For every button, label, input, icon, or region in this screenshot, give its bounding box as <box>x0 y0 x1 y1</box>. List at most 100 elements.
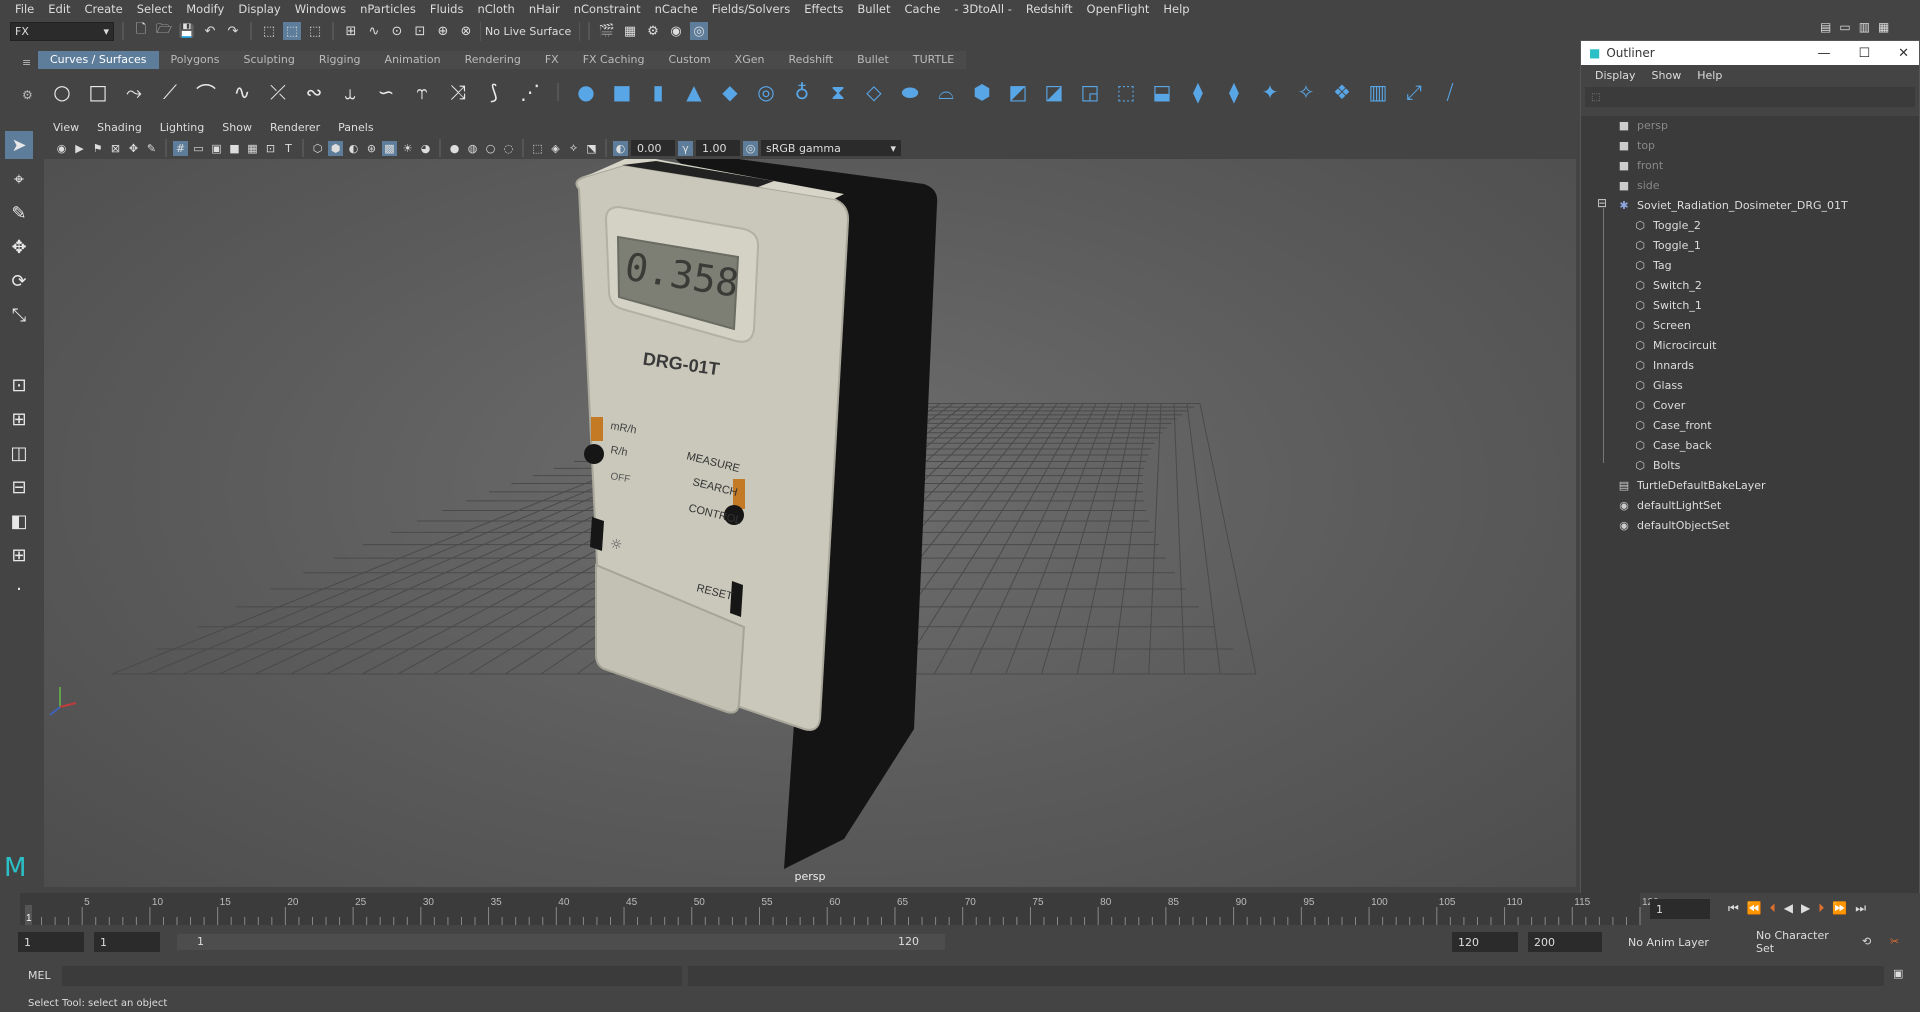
panel-menu-panels[interactable]: Panels <box>329 119 382 137</box>
shelf-tab-rigging[interactable]: Rigging <box>306 51 373 69</box>
range-start-field[interactable]: 1 <box>18 932 84 952</box>
menuset-dropdown[interactable]: FX ▾ <box>10 21 114 41</box>
multisample-aa-icon[interactable]: ○ <box>483 141 498 156</box>
layout-split-icon[interactable]: ▥ <box>1859 20 1870 34</box>
play-backward-icon[interactable]: ◀ <box>1784 901 1793 916</box>
rotate-tool-icon[interactable]: ⟳ <box>5 267 33 295</box>
safe-title-icon[interactable]: T <box>281 141 296 156</box>
menu-ncloth[interactable]: nCloth <box>470 0 521 18</box>
shelf-tab-rendering[interactable]: Rendering <box>452 51 533 69</box>
grid-icon[interactable]: # <box>173 140 188 156</box>
outliner-item[interactable]: ■ side <box>1617 176 1660 194</box>
outliner-item[interactable]: ✱ Soviet_Radiation_Dosimeter_DRG_01T <box>1617 196 1847 214</box>
menu-bullet[interactable]: Bullet <box>850 0 897 18</box>
menu-openflight[interactable]: OpenFlight <box>1080 0 1157 18</box>
gamma-field[interactable]: 1.00 <box>696 140 740 156</box>
select-camera-icon[interactable]: ◉ <box>54 141 69 156</box>
insert-knot-icon[interactable]: ∽ <box>374 80 398 104</box>
auto-key-icon[interactable]: ⟲ <box>1862 935 1871 948</box>
view-transform-dropdown[interactable]: sRGB gamma ▾ <box>761 140 901 156</box>
safe-action-icon[interactable]: ⊡ <box>263 141 278 156</box>
bezier-curve-icon[interactable]: ⌒ <box>194 80 218 106</box>
default-material-icon[interactable]: ◐ <box>346 141 361 156</box>
outliner-item[interactable]: ⬡ Innards <box>1633 356 1694 374</box>
intersect-icon[interactable]: ⬚ <box>1114 80 1138 104</box>
outliner-item[interactable]: ⬡ Case_front <box>1633 416 1711 434</box>
shelf-tab-bullet[interactable]: Bullet <box>845 51 901 69</box>
loft-icon[interactable]: ⧗ <box>826 80 850 104</box>
open-close-surface-icon[interactable]: ❖ <box>1330 80 1354 104</box>
panel-menu-renderer[interactable]: Renderer <box>261 119 329 137</box>
2d-pan-zoom-icon[interactable]: ✥ <box>126 141 141 156</box>
menu-windows[interactable]: Windows <box>288 0 353 18</box>
menu-redshift[interactable]: Redshift <box>1019 0 1080 18</box>
film-gate-icon[interactable]: ▭ <box>191 141 206 156</box>
lasso-tool-icon[interactable]: ⌖ <box>5 165 33 193</box>
select-tool-icon[interactable]: ➤ <box>5 131 33 159</box>
range-end-field[interactable]: 120 <box>1452 932 1518 952</box>
persp-outliner-layout-icon[interactable]: ◫ <box>5 439 33 467</box>
layout-single-icon[interactable]: ▭ <box>1839 20 1850 34</box>
custom-layout-icon[interactable]: ⊞ <box>5 541 33 569</box>
add-points-icon[interactable]: ⋰ <box>518 80 542 104</box>
shelf-tab-xgen[interactable]: XGen <box>722 51 777 69</box>
menu-select[interactable]: Select <box>130 0 179 18</box>
field-chart-icon[interactable]: ▦ <box>245 141 260 156</box>
revolve-icon[interactable]: ♁ <box>790 80 814 104</box>
menu-nhair[interactable]: nHair <box>522 0 567 18</box>
exposure-field[interactable]: 0.00 <box>631 140 675 156</box>
attach-surfaces-icon[interactable]: ⧫ <box>1222 80 1246 104</box>
square-surface-icon[interactable]: ◪ <box>1042 80 1066 104</box>
menu-effects[interactable]: Effects <box>797 0 850 18</box>
wireframe-icon[interactable]: ⬡ <box>310 141 325 156</box>
anim-layer-dropdown[interactable]: No Anim Layer <box>1622 932 1722 952</box>
minimize-icon[interactable]: — <box>1817 46 1830 61</box>
outliner-menu-help[interactable]: Help <box>1689 69 1730 82</box>
isolate-select-icon[interactable]: ⬚ <box>530 141 545 156</box>
bookmarks-icon[interactable]: ⚑ <box>90 141 105 156</box>
undo-icon[interactable]: ↶ <box>201 22 219 40</box>
menu-edit[interactable]: Edit <box>41 0 77 18</box>
shelf-tab-polygons[interactable]: Polygons <box>158 51 232 69</box>
snap-view-plane-icon[interactable]: ⊡ <box>411 22 429 40</box>
new-scene-icon[interactable]: 🗋 <box>132 22 150 40</box>
go-to-end-icon[interactable]: ⏭ <box>1855 901 1866 916</box>
step-forward-icon[interactable]: ⏩ <box>1832 901 1847 916</box>
textured-icon[interactable]: ▩ <box>382 140 397 156</box>
attach-curves-icon[interactable]: ∾ <box>302 80 326 104</box>
outliner-item[interactable]: ⬡ Bolts <box>1633 456 1680 474</box>
layout-icon[interactable]: ▤ <box>1820 20 1831 34</box>
close-icon[interactable]: ✕ <box>1898 46 1909 61</box>
outliner-item[interactable]: ⬡ Toggle_2 <box>1633 216 1701 234</box>
nurbs-cylinder-icon[interactable]: ▮ <box>646 80 670 104</box>
boundary-icon[interactable]: ◩ <box>1006 80 1030 104</box>
outliner-item[interactable]: ◉ defaultLightSet <box>1617 496 1721 514</box>
menu-file[interactable]: File <box>8 0 41 18</box>
go-to-start-icon[interactable]: ⏮ <box>1728 901 1739 916</box>
panel-menu-show[interactable]: Show <box>213 119 261 137</box>
select-object-icon[interactable]: ⬚ <box>283 22 301 40</box>
resolution-gate-icon[interactable]: ▣ <box>209 141 224 156</box>
birail-icon[interactable]: ⌓ <box>934 80 958 104</box>
screen-space-ao-icon[interactable]: ● <box>447 141 462 156</box>
menu-modify[interactable]: Modify <box>179 0 231 18</box>
project-curve-icon[interactable]: ◲ <box>1078 80 1102 104</box>
pencil-curve-icon[interactable]: ∿ <box>230 80 254 104</box>
playback-start-field[interactable]: 1 <box>94 932 160 952</box>
outliner-item[interactable]: ⬡ Microcircuit <box>1633 336 1716 354</box>
more-layouts-icon[interactable]: · <box>5 575 33 603</box>
exposure-icon[interactable]: ◐ <box>613 140 628 156</box>
menu-fluids[interactable]: Fluids <box>423 0 471 18</box>
bevel-plus-icon[interactable]: ⬢ <box>970 80 994 104</box>
outliner-item[interactable]: ⬡ Switch_2 <box>1633 276 1702 294</box>
snap-curve-icon[interactable]: ∿ <box>365 22 383 40</box>
wireframe-on-shaded-icon[interactable]: ⊛ <box>364 141 379 156</box>
outliner-item[interactable]: ⬡ Screen <box>1633 316 1691 334</box>
shelf-tab-fx-caching[interactable]: FX Caching <box>570 51 657 69</box>
menu-create[interactable]: Create <box>78 0 130 18</box>
render-settings-icon[interactable]: ⚙ <box>644 22 662 40</box>
shelf-tab-redshift[interactable]: Redshift <box>776 51 846 69</box>
single-perspective-layout-icon[interactable]: ⊡ <box>5 371 33 399</box>
xray-components-icon[interactable]: ⬔ <box>584 141 599 156</box>
character-set-dropdown[interactable]: No Character Set <box>1750 929 1850 955</box>
